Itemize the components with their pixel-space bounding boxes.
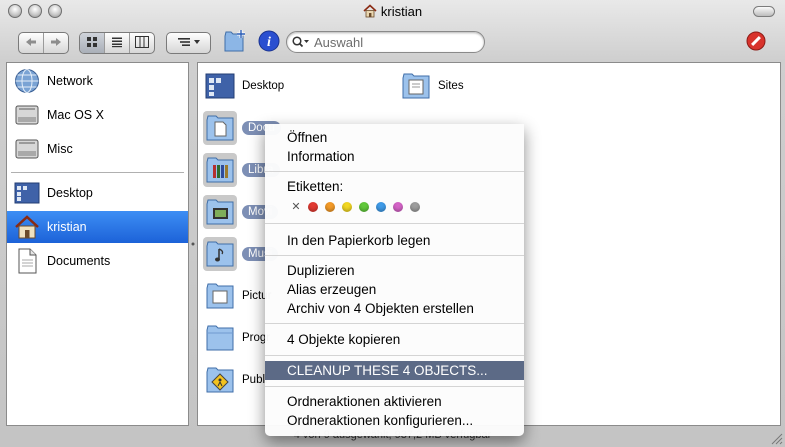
back-arrow-icon bbox=[25, 36, 37, 50]
menu-item-make-alias[interactable]: Alias erzeugen bbox=[265, 280, 524, 299]
document-icon bbox=[13, 247, 41, 275]
window-title: kristian bbox=[0, 4, 785, 21]
sidebar-item-mac-os-x[interactable]: Mac OS X bbox=[7, 99, 188, 131]
sidebar-separator bbox=[11, 172, 184, 173]
sidebar-item-label: Network bbox=[47, 74, 93, 88]
context-menu: Öffnen Information Etiketten: ✕ In den P… bbox=[265, 124, 524, 436]
sidebar-item-misc[interactable]: Misc bbox=[7, 133, 188, 165]
folder-icon bbox=[203, 321, 237, 355]
hard-drive-icon bbox=[13, 101, 41, 129]
svg-text:i: i bbox=[267, 35, 271, 50]
menu-item-configure-folder-actions[interactable]: Ordneraktionen konfigurieren... bbox=[265, 411, 524, 430]
menu-item-create-archive[interactable]: Archiv von 4 Objekten erstellen bbox=[265, 299, 524, 318]
search-field[interactable] bbox=[286, 31, 485, 53]
view-mode-segment bbox=[79, 32, 155, 54]
sidebar: Network Mac OS X Misc Desktop kristian D… bbox=[6, 62, 189, 426]
menu-item-enable-folder-actions[interactable]: Ordneraktionen aktivieren bbox=[265, 392, 524, 411]
title-bar: kristian bbox=[0, 0, 785, 24]
sidebar-item-label: Mac OS X bbox=[47, 108, 104, 122]
menu-separator bbox=[265, 171, 524, 172]
icon-view-button[interactable] bbox=[80, 33, 104, 53]
magnifier-icon bbox=[292, 36, 310, 48]
music-folder-icon bbox=[203, 237, 237, 271]
label-green-dot[interactable] bbox=[359, 202, 369, 212]
no-label-x-icon[interactable]: ✕ bbox=[291, 202, 301, 213]
file-item-sites[interactable]: Sites bbox=[399, 69, 464, 103]
column-view-button[interactable] bbox=[129, 33, 154, 53]
sidebar-item-network[interactable]: Network bbox=[7, 65, 188, 97]
back-button[interactable] bbox=[19, 33, 43, 53]
menu-separator bbox=[265, 386, 524, 387]
menu-separator bbox=[265, 323, 524, 324]
movies-folder-icon bbox=[203, 195, 237, 229]
network-globe-icon bbox=[13, 67, 41, 95]
menu-item-duplicate[interactable]: Duplizieren bbox=[265, 261, 524, 280]
label-color-picker: ✕ bbox=[291, 202, 427, 213]
sidebar-item-label: Misc bbox=[47, 142, 73, 156]
window-title-text: kristian bbox=[380, 4, 423, 19]
file-item-programs[interactable]: Progr bbox=[203, 321, 270, 355]
file-item-label: Desktop bbox=[242, 80, 285, 92]
navigation-segment bbox=[18, 32, 69, 54]
sidebar-item-label: Desktop bbox=[47, 186, 93, 200]
sites-folder-icon bbox=[399, 69, 433, 103]
label-orange-dot[interactable] bbox=[325, 202, 335, 212]
action-menu-button[interactable] bbox=[166, 32, 211, 54]
list-view-icon bbox=[111, 36, 123, 51]
forward-button[interactable] bbox=[43, 33, 68, 53]
desktop-folder-icon bbox=[203, 69, 237, 103]
list-view-button[interactable] bbox=[104, 33, 129, 53]
stop-button[interactable] bbox=[742, 28, 770, 56]
forward-arrow-icon bbox=[50, 36, 62, 50]
documents-folder-icon bbox=[203, 111, 237, 145]
file-item-desktop[interactable]: Desktop bbox=[203, 69, 284, 103]
hard-drive-icon bbox=[13, 135, 41, 163]
info-icon: i bbox=[258, 30, 280, 55]
menu-separator bbox=[265, 223, 524, 224]
menu-labels-heading: Etiketten: bbox=[287, 179, 344, 194]
public-folder-icon bbox=[203, 363, 237, 397]
desktop-icon bbox=[13, 179, 41, 207]
menu-item-copy-objects[interactable]: 4 Objekte kopieren bbox=[265, 330, 524, 349]
action-list-icon bbox=[176, 36, 202, 51]
stop-sign-icon bbox=[746, 31, 766, 54]
menu-item-information[interactable]: Information bbox=[265, 147, 524, 166]
label-blue-dot[interactable] bbox=[376, 202, 386, 212]
get-info-button[interactable]: i bbox=[255, 28, 283, 56]
file-item-public[interactable]: Publi bbox=[203, 363, 268, 397]
new-folder-button[interactable] bbox=[222, 28, 250, 56]
menu-item-open[interactable]: Öffnen bbox=[265, 128, 524, 147]
toolbar-toggle-button[interactable] bbox=[753, 6, 775, 17]
label-purple-dot[interactable] bbox=[393, 202, 403, 212]
label-gray-dot[interactable] bbox=[410, 202, 420, 212]
sidebar-item-kristian[interactable]: kristian bbox=[7, 211, 188, 243]
search-input[interactable] bbox=[314, 34, 474, 50]
file-item-label: Sites bbox=[438, 80, 464, 92]
finder-window: kristian i Auswahl Network Mac OS X Misc… bbox=[0, 0, 785, 447]
sidebar-splitter[interactable] bbox=[190, 62, 196, 426]
action-menu-inner bbox=[167, 33, 210, 53]
home-icon bbox=[363, 4, 377, 21]
library-folder-icon bbox=[203, 153, 237, 187]
resize-grip-icon[interactable] bbox=[769, 431, 783, 445]
menu-item-move-to-trash[interactable]: In den Papierkorb legen bbox=[265, 231, 524, 250]
label-yellow-dot[interactable] bbox=[342, 202, 352, 212]
icon-view-icon bbox=[86, 36, 98, 51]
sidebar-item-label: kristian bbox=[47, 220, 87, 234]
sidebar-item-documents[interactable]: Documents bbox=[7, 245, 188, 277]
menu-separator bbox=[265, 255, 524, 256]
new-folder-icon bbox=[223, 29, 249, 56]
menu-separator bbox=[265, 355, 524, 356]
pictures-folder-icon bbox=[203, 279, 237, 313]
file-item-pictures[interactable]: Pictur bbox=[203, 279, 271, 313]
sidebar-item-label: Documents bbox=[47, 254, 111, 268]
column-view-icon bbox=[135, 35, 149, 51]
label-red-dot[interactable] bbox=[308, 202, 318, 212]
menu-item-cleanup[interactable]: CLEANUP THESE 4 OBJECTS... bbox=[265, 361, 524, 380]
sidebar-item-desktop[interactable]: Desktop bbox=[7, 177, 188, 209]
home-icon bbox=[13, 213, 41, 241]
file-item-label: Publi bbox=[242, 374, 268, 386]
